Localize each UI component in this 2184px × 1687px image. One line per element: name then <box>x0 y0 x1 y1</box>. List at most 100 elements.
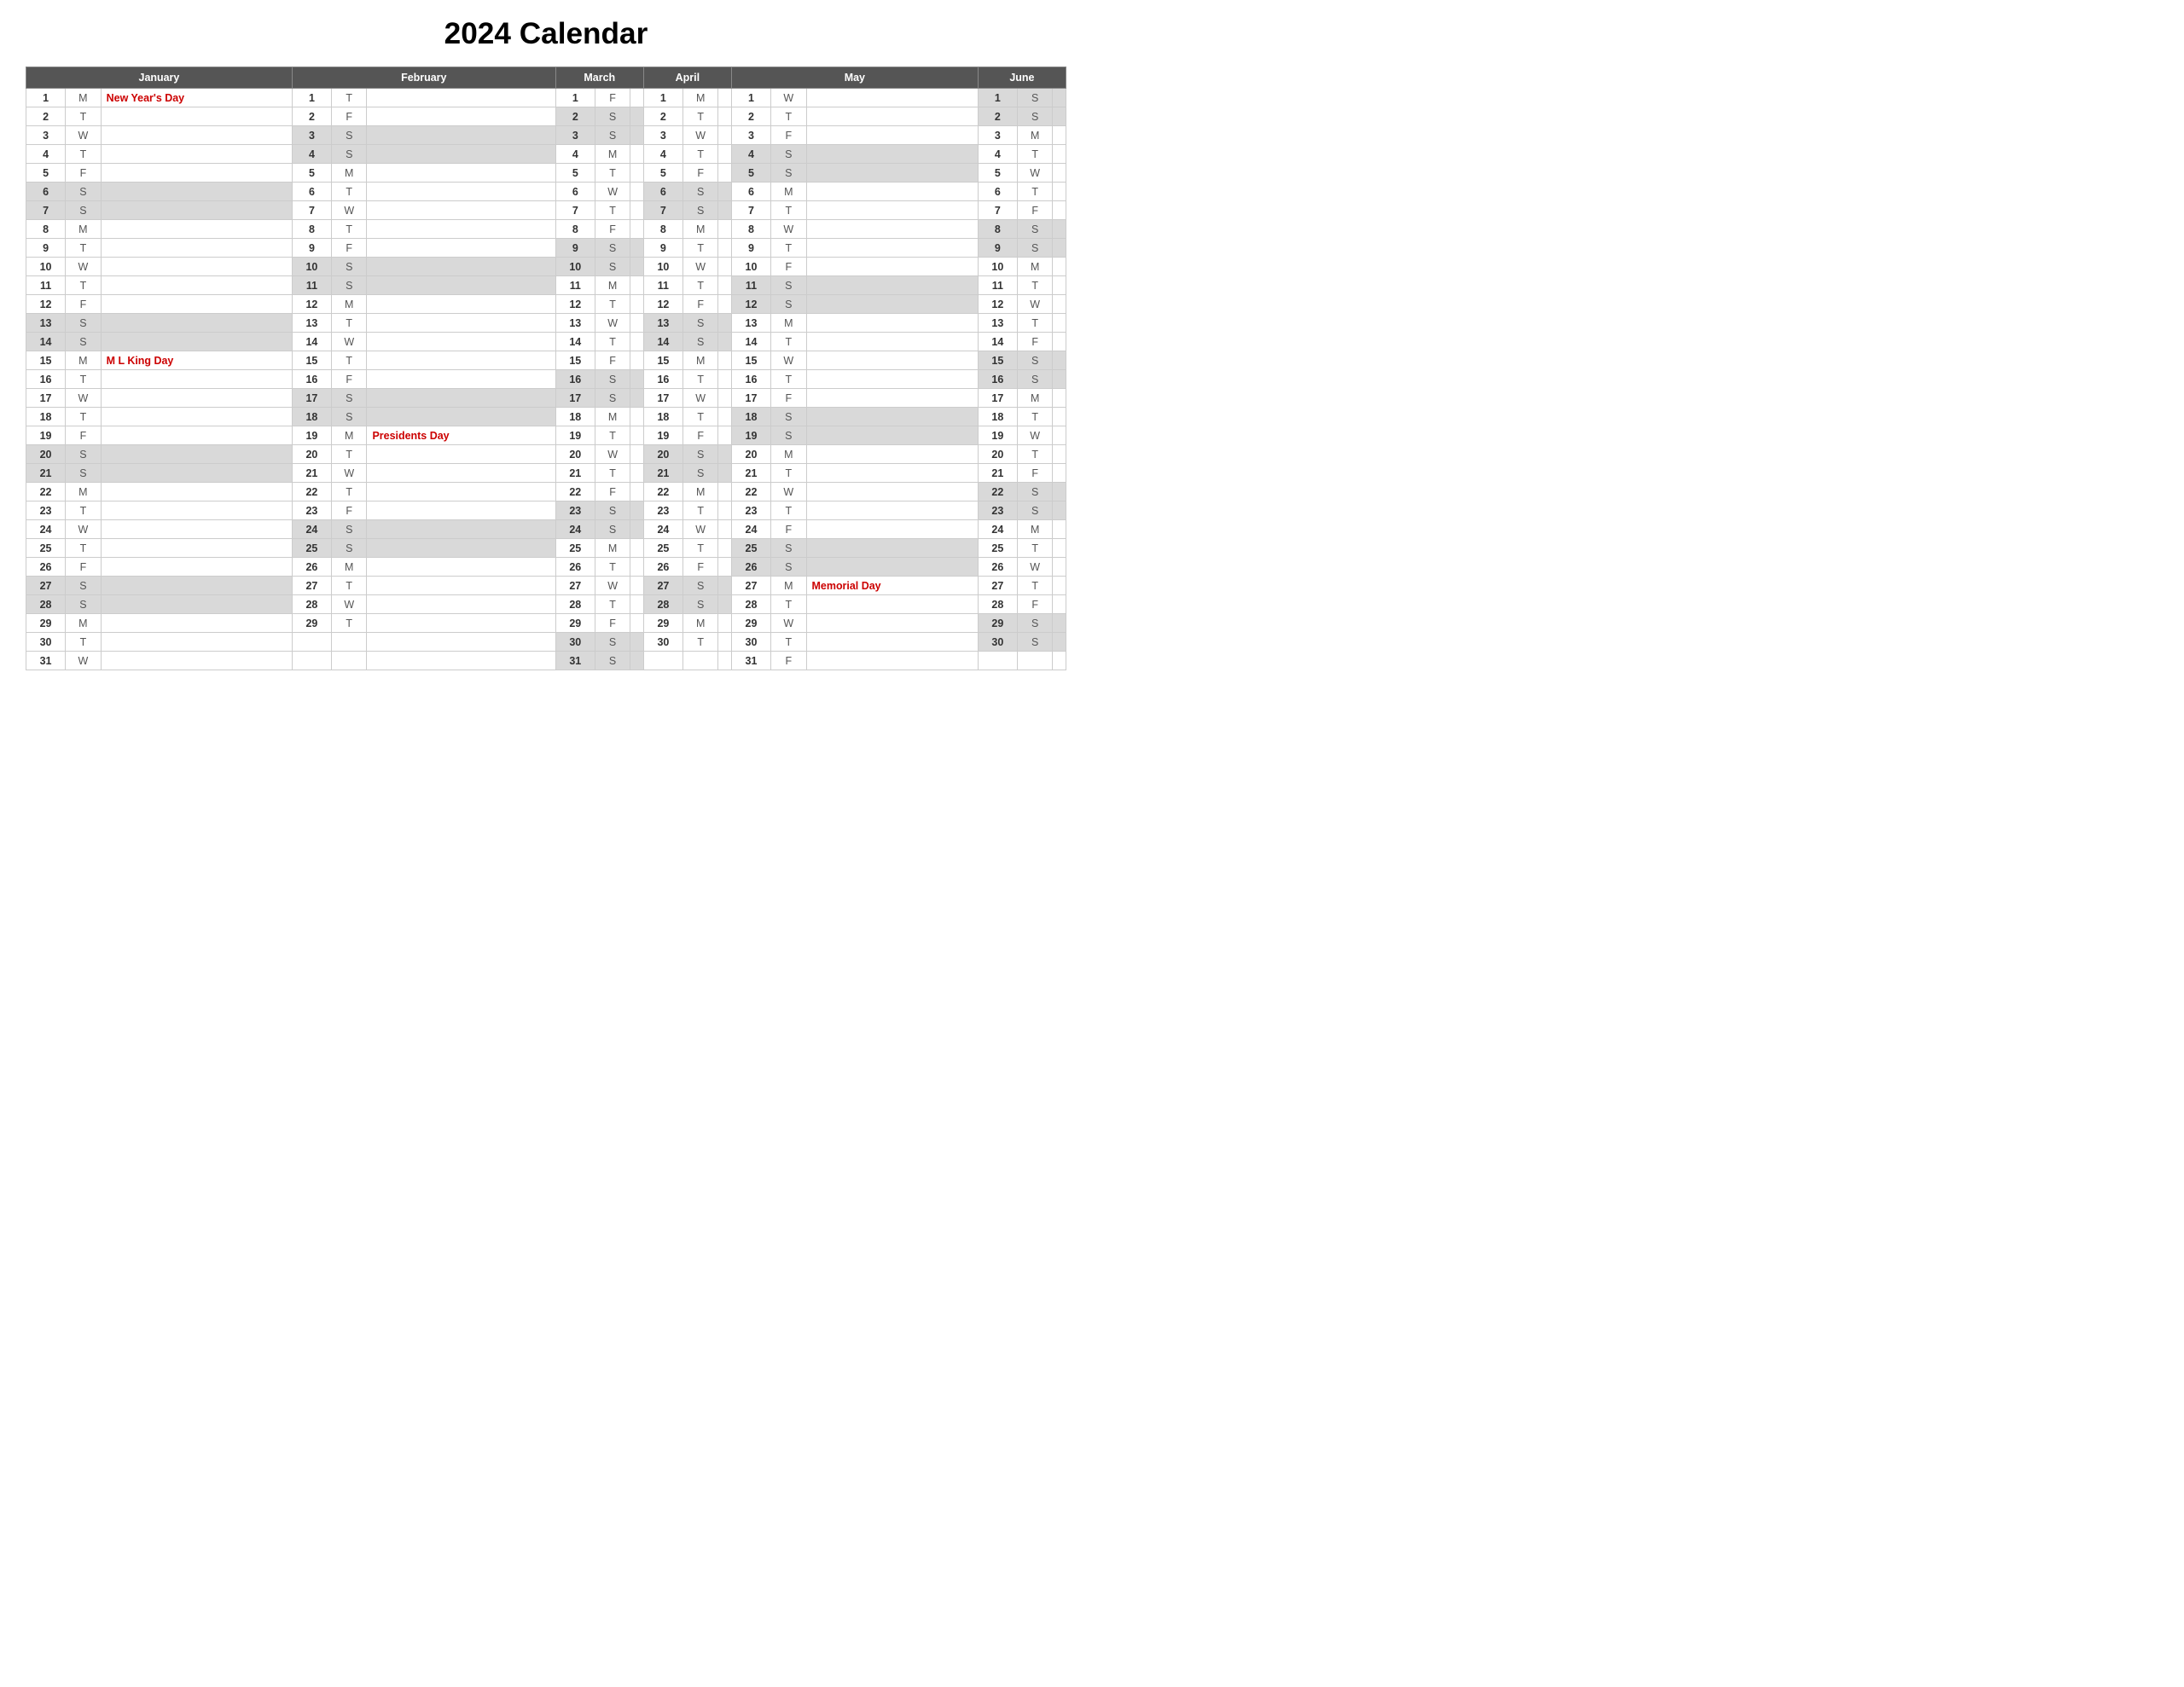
holiday-cell <box>101 595 292 614</box>
day-number: 30 <box>643 633 682 652</box>
holiday-cell <box>718 276 731 295</box>
holiday-cell <box>101 408 292 426</box>
holiday-cell <box>630 183 643 201</box>
holiday-cell: New Year's Day <box>101 89 292 107</box>
holiday-cell <box>806 483 978 501</box>
day-letter: W <box>771 614 807 633</box>
day-letter: T <box>1017 539 1053 558</box>
day-letter: F <box>66 426 102 445</box>
holiday-cell <box>806 501 978 520</box>
day-number: 8 <box>292 220 331 239</box>
calendar-row: 18T18S18M18T18S18T <box>26 408 1066 426</box>
day-letter: S <box>66 577 102 595</box>
holiday-cell <box>367 220 555 239</box>
holiday-cell <box>806 126 978 145</box>
holiday-cell <box>101 164 292 183</box>
day-number: 22 <box>292 483 331 501</box>
day-letter: T <box>1017 145 1053 164</box>
day-letter: W <box>331 464 367 483</box>
february-header: February <box>292 67 555 89</box>
day-number: 7 <box>292 201 331 220</box>
day-number: 7 <box>731 201 770 220</box>
day-letter: W <box>1017 164 1053 183</box>
holiday-cell <box>806 258 978 276</box>
day-number: 10 <box>978 258 1017 276</box>
holiday-cell <box>367 183 555 201</box>
day-number: 12 <box>731 295 770 314</box>
day-letter: T <box>331 351 367 370</box>
day-number: 9 <box>643 239 682 258</box>
day-number: 3 <box>978 126 1017 145</box>
holiday-cell <box>1053 426 1066 445</box>
calendar-row: 22M22T22F22M22W22S <box>26 483 1066 501</box>
holiday-cell <box>718 183 731 201</box>
day-letter: W <box>771 483 807 501</box>
calendar-row: 9T9F9S9T9T9S <box>26 239 1066 258</box>
day-number: 13 <box>731 314 770 333</box>
calendar-row: 10W10S10S10W10F10M <box>26 258 1066 276</box>
day-letter: W <box>331 595 367 614</box>
holiday-cell <box>630 333 643 351</box>
day-letter: F <box>66 164 102 183</box>
day-number: 1 <box>292 89 331 107</box>
holiday-cell <box>718 107 731 126</box>
day-number: 26 <box>555 558 595 577</box>
holiday-cell <box>367 595 555 614</box>
day-letter: T <box>331 577 367 595</box>
day-letter: F <box>595 220 630 239</box>
holiday-cell <box>1053 595 1066 614</box>
day-letter: W <box>66 652 102 670</box>
holiday-cell <box>630 276 643 295</box>
day-number: 4 <box>292 145 331 164</box>
day-number: 7 <box>643 201 682 220</box>
day-letter: T <box>66 276 102 295</box>
day-number: 18 <box>292 408 331 426</box>
day-number: 21 <box>643 464 682 483</box>
holiday-cell <box>806 276 978 295</box>
day-letter: S <box>331 258 367 276</box>
holiday-cell <box>718 333 731 351</box>
day-number: 22 <box>26 483 66 501</box>
day-letter: T <box>1017 183 1053 201</box>
day-number: 6 <box>555 183 595 201</box>
day-number: 16 <box>643 370 682 389</box>
day-letter: T <box>682 276 718 295</box>
empty-holiday <box>367 633 555 652</box>
day-letter: S <box>682 183 718 201</box>
day-letter: S <box>66 333 102 351</box>
day-number: 18 <box>555 408 595 426</box>
holiday-cell <box>367 333 555 351</box>
holiday-cell <box>718 483 731 501</box>
holiday-cell <box>367 614 555 633</box>
day-number: 26 <box>978 558 1017 577</box>
day-number: 6 <box>643 183 682 201</box>
day-number: 14 <box>555 333 595 351</box>
day-letter: S <box>1017 614 1053 633</box>
holiday-cell <box>630 445 643 464</box>
day-letter: T <box>66 501 102 520</box>
month-header-row: January February March April May June <box>26 67 1066 89</box>
day-number: 2 <box>26 107 66 126</box>
day-letter: T <box>331 183 367 201</box>
day-letter: S <box>595 107 630 126</box>
holiday-cell <box>630 426 643 445</box>
day-number: 23 <box>731 501 770 520</box>
holiday-cell <box>630 614 643 633</box>
day-number: 4 <box>731 145 770 164</box>
day-letter: M <box>331 426 367 445</box>
day-number: 18 <box>978 408 1017 426</box>
day-letter: S <box>595 258 630 276</box>
day-number: 26 <box>731 558 770 577</box>
holiday-cell <box>630 220 643 239</box>
day-number: 9 <box>978 239 1017 258</box>
holiday-cell <box>630 389 643 408</box>
day-number: 6 <box>731 183 770 201</box>
day-number: 17 <box>643 389 682 408</box>
holiday-cell <box>630 258 643 276</box>
day-letter: M <box>66 483 102 501</box>
calendar-row: 16T16F16S16T16T16S <box>26 370 1066 389</box>
holiday-cell <box>718 577 731 595</box>
holiday-cell <box>630 408 643 426</box>
day-number: 28 <box>643 595 682 614</box>
day-letter: W <box>66 126 102 145</box>
